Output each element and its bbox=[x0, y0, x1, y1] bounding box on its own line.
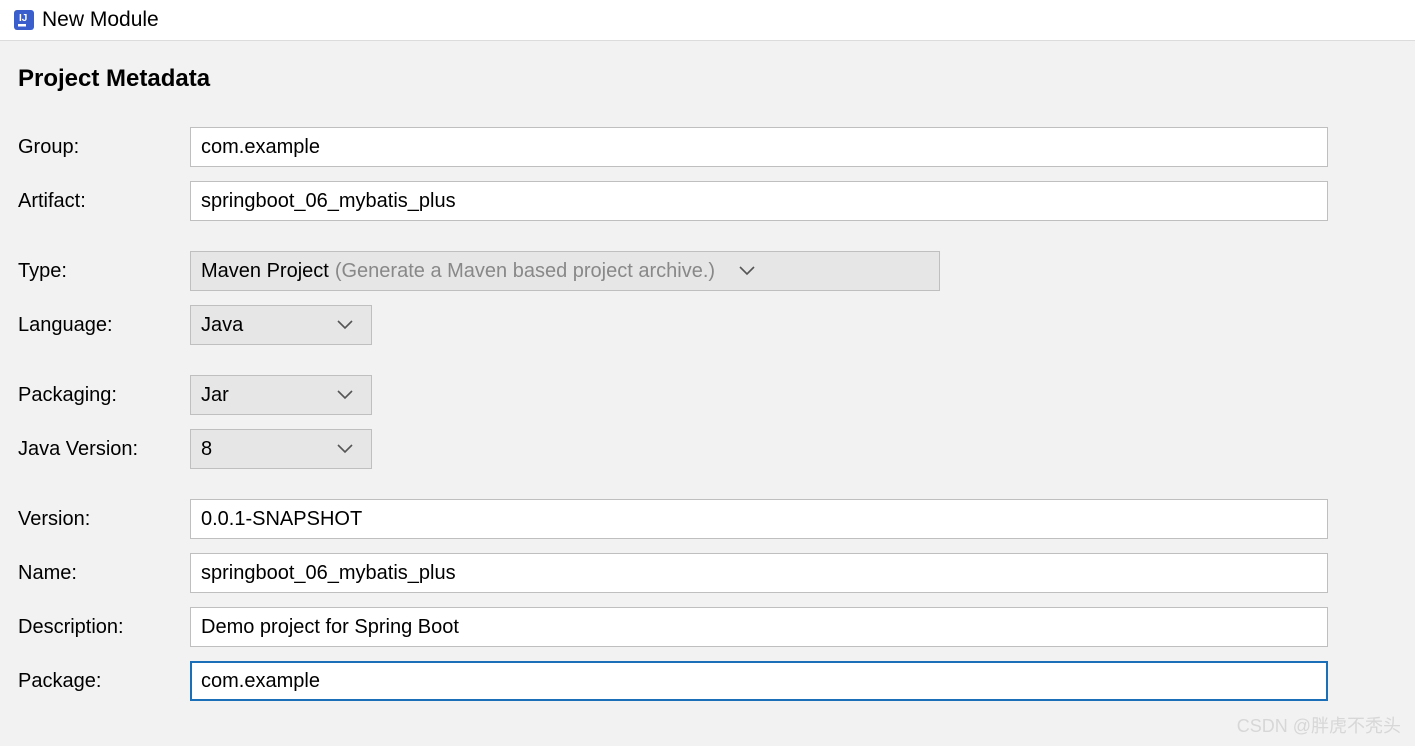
java-version-value: 8 bbox=[201, 438, 212, 461]
packaging-dropdown[interactable]: Jar bbox=[190, 375, 372, 415]
name-row: Name: bbox=[18, 553, 1397, 593]
java-version-row: Java Version: 8 bbox=[18, 429, 1397, 469]
type-label: Type: bbox=[18, 260, 190, 283]
metadata-panel: Project Metadata Group: Artifact: Type: … bbox=[0, 40, 1415, 746]
java-version-dropdown[interactable]: 8 bbox=[190, 429, 372, 469]
language-dropdown[interactable]: Java bbox=[190, 305, 372, 345]
description-label: Description: bbox=[18, 616, 190, 639]
package-input[interactable] bbox=[190, 661, 1328, 701]
chevron-down-icon bbox=[337, 320, 361, 330]
type-row: Type: Maven Project (Generate a Maven ba… bbox=[18, 251, 1397, 291]
version-input[interactable] bbox=[190, 499, 1328, 539]
packaging-label: Packaging: bbox=[18, 384, 190, 407]
type-hint: (Generate a Maven based project archive.… bbox=[335, 260, 715, 283]
description-row: Description: bbox=[18, 607, 1397, 647]
intellij-icon: IJ bbox=[12, 8, 36, 32]
artifact-row: Artifact: bbox=[18, 181, 1397, 221]
title-bar: IJ New Module bbox=[0, 0, 1415, 40]
chevron-down-icon bbox=[739, 266, 763, 276]
group-row: Group: bbox=[18, 127, 1397, 167]
description-input[interactable] bbox=[190, 607, 1328, 647]
chevron-down-icon bbox=[337, 390, 361, 400]
version-label: Version: bbox=[18, 508, 190, 531]
artifact-input[interactable] bbox=[190, 181, 1328, 221]
package-label: Package: bbox=[18, 670, 190, 693]
name-input[interactable] bbox=[190, 553, 1328, 593]
language-row: Language: Java bbox=[18, 305, 1397, 345]
language-label: Language: bbox=[18, 314, 190, 337]
packaging-row: Packaging: Jar bbox=[18, 375, 1397, 415]
type-dropdown[interactable]: Maven Project (Generate a Maven based pr… bbox=[190, 251, 940, 291]
group-label: Group: bbox=[18, 136, 190, 159]
package-row: Package: bbox=[18, 661, 1397, 701]
packaging-value: Jar bbox=[201, 384, 229, 407]
version-row: Version: bbox=[18, 499, 1397, 539]
section-heading: Project Metadata bbox=[18, 65, 1397, 93]
type-value: Maven Project bbox=[201, 260, 329, 283]
language-value: Java bbox=[201, 314, 243, 337]
artifact-label: Artifact: bbox=[18, 190, 190, 213]
svg-text:IJ: IJ bbox=[19, 13, 27, 24]
window-title: New Module bbox=[42, 8, 159, 32]
group-input[interactable] bbox=[190, 127, 1328, 167]
java-version-label: Java Version: bbox=[18, 438, 190, 461]
name-label: Name: bbox=[18, 562, 190, 585]
chevron-down-icon bbox=[337, 444, 361, 454]
